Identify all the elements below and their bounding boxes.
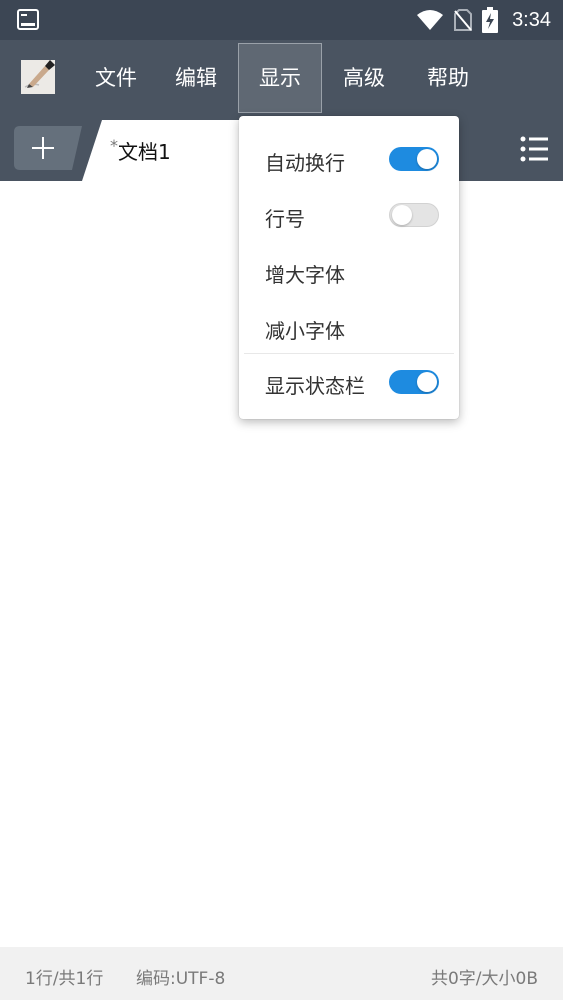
no-sim-icon (454, 9, 473, 31)
menu-bar: 文件 编辑 显示 高级 帮助 (0, 40, 563, 116)
menu-advanced[interactable]: 高级 (330, 43, 398, 113)
char-size-count: 共0字/大小0B (430, 969, 538, 989)
show-status-bar-toggle[interactable] (389, 370, 439, 394)
list-icon[interactable] (520, 136, 548, 162)
toggle-knob (392, 205, 412, 225)
encoding-label: 编码:UTF-8 (136, 969, 226, 989)
menu-item-line-numbers[interactable]: 行号 (239, 187, 459, 243)
document-tab-title[interactable]: *文档1 (110, 136, 171, 165)
toggle-knob (417, 149, 437, 169)
line-count: 1行/共1行 (25, 969, 104, 989)
status-bar: 3:34 (0, 0, 563, 40)
menu-edit[interactable]: 编辑 (162, 43, 230, 113)
word-wrap-label: 自动换行 (265, 151, 345, 175)
menu-display[interactable]: 显示 (238, 43, 322, 113)
increase-font-label: 增大字体 (265, 263, 345, 287)
word-wrap-toggle[interactable] (389, 147, 439, 171)
new-tab-button[interactable] (14, 126, 82, 170)
battery-charging-icon (482, 7, 499, 33)
menu-item-word-wrap[interactable]: 自动换行 (239, 131, 459, 187)
menu-help[interactable]: 帮助 (414, 43, 482, 113)
tab-title-text: 文档1 (118, 140, 171, 164)
line-numbers-label: 行号 (265, 207, 305, 231)
toggle-knob (417, 372, 437, 392)
line-numbers-toggle[interactable] (389, 203, 439, 227)
wifi-icon (417, 10, 444, 30)
editor-status-bar: 1行/共1行 编码:UTF-8 共0字/大小0B (0, 947, 563, 1000)
modified-marker: * (110, 136, 118, 155)
menu-item-show-status-bar[interactable]: 显示状态栏 (239, 354, 459, 410)
decrease-font-label: 减小字体 (265, 319, 345, 343)
app-logo-icon (21, 60, 55, 94)
menu-item-increase-font[interactable]: 增大字体 (239, 243, 459, 299)
show-status-bar-label: 显示状态栏 (265, 374, 365, 398)
menu-item-decrease-font[interactable]: 减小字体 (239, 299, 459, 355)
terminal-icon (17, 9, 39, 30)
display-menu: 自动换行 行号 增大字体 减小字体 显示状态栏 (239, 116, 459, 419)
menu-file[interactable]: 文件 (82, 43, 150, 113)
clock: 3:34 (512, 8, 551, 31)
